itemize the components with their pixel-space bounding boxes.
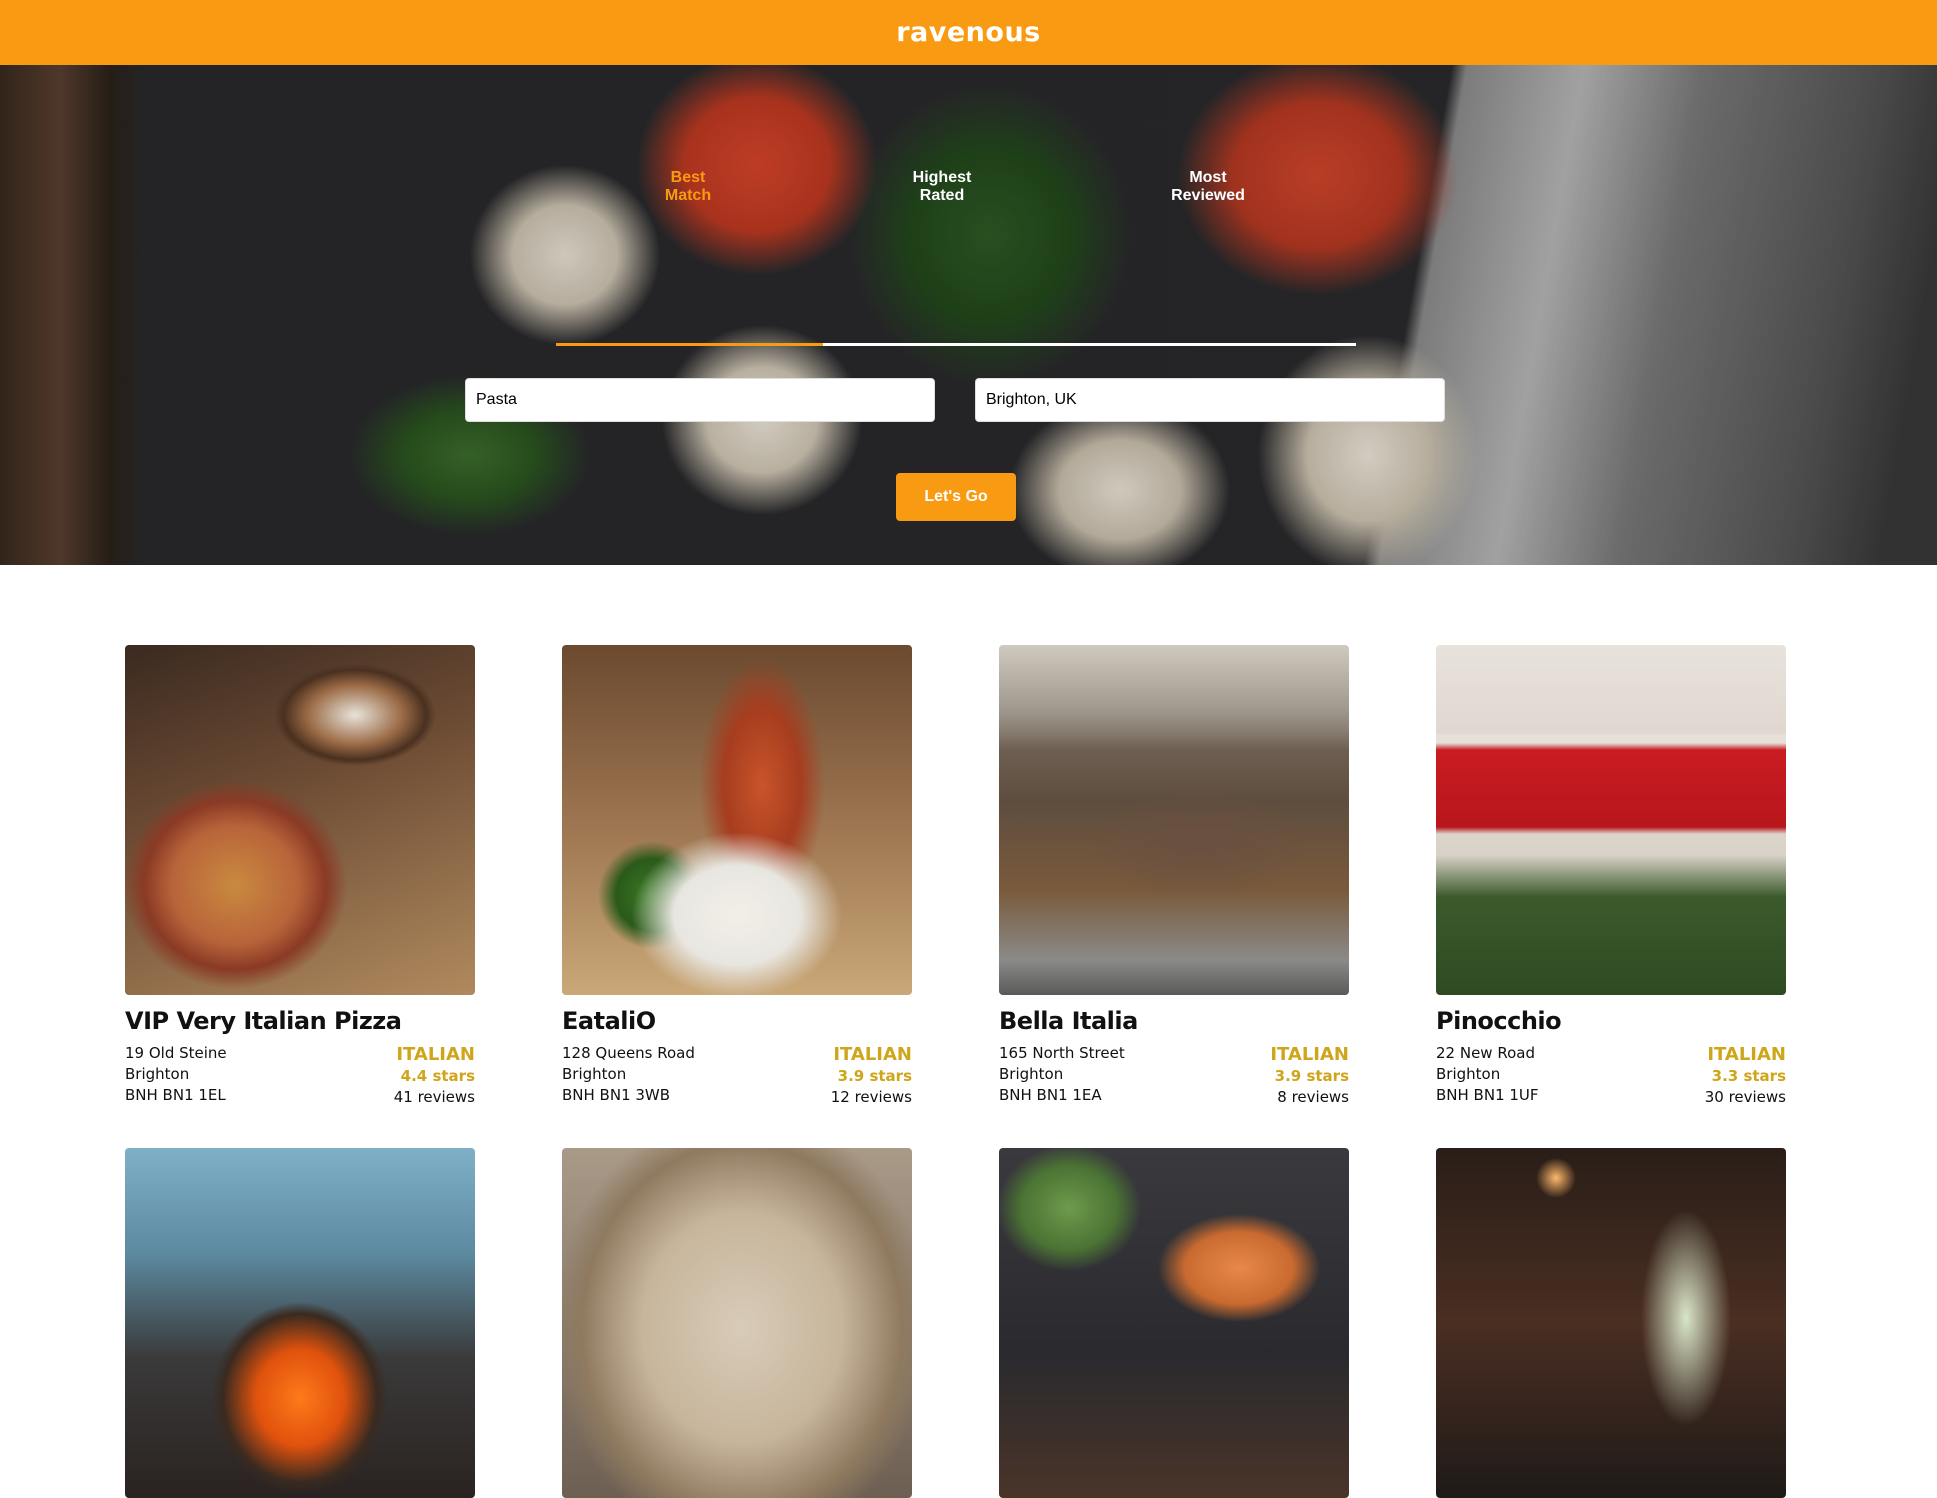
tab-label-line: Most: [1189, 169, 1227, 186]
tab-underline: [556, 343, 1356, 346]
brand-logo[interactable]: ravenous: [896, 17, 1041, 48]
business-category: ITALIAN: [396, 1044, 475, 1065]
address-region: BNH BN1 1UF: [1436, 1086, 1539, 1104]
search-term-input[interactable]: [465, 378, 935, 422]
business-photo[interactable]: [562, 1148, 912, 1498]
tab-label-line: Best: [670, 169, 706, 186]
business-photo[interactable]: [999, 1148, 1349, 1498]
search-hero: Best Match Highest Rated Most Reviewed L…: [0, 65, 1937, 565]
tab-label-line: Highest: [912, 169, 972, 186]
business-meta: ITALIAN 4.4 stars 41 reviews: [394, 1044, 475, 1108]
tab-label-line: Match: [664, 187, 712, 204]
business-photo[interactable]: [1436, 1148, 1786, 1498]
business-address: 19 Old Steine Brighton BNH BN1 1EL: [125, 1043, 227, 1106]
business-address: 165 North Street Brighton BNH BN1 1EA: [999, 1043, 1125, 1106]
business-review-count: 12 reviews: [830, 1088, 912, 1106]
business-category: ITALIAN: [1270, 1044, 1349, 1065]
business-card[interactable]: [562, 1148, 912, 1498]
business-photo[interactable]: [125, 645, 475, 995]
business-card[interactable]: [999, 1148, 1349, 1498]
business-photo[interactable]: [999, 645, 1349, 995]
top-nav-bar: ravenous: [0, 0, 1937, 65]
address-city: Brighton: [999, 1065, 1064, 1083]
business-photo[interactable]: [562, 645, 912, 995]
business-category: ITALIAN: [1707, 1044, 1786, 1065]
business-photo[interactable]: [125, 1148, 475, 1498]
address-region: BNH BN1 1EA: [999, 1086, 1102, 1104]
address-city: Brighton: [562, 1065, 627, 1083]
business-meta: ITALIAN 3.9 stars 12 reviews: [831, 1044, 912, 1108]
business-card[interactable]: Bella Italia 165 North Street Brighton B…: [999, 645, 1349, 1106]
tab-label-line: Reviewed: [1171, 187, 1245, 204]
business-card[interactable]: EataliO 128 Queens Road Brighton BNH BN1…: [562, 645, 912, 1106]
business-card[interactable]: [1436, 1148, 1786, 1498]
active-tab-indicator: [556, 343, 823, 346]
business-name: Bella Italia: [999, 1007, 1138, 1035]
address-region: BNH BN1 1EL: [125, 1086, 226, 1104]
business-rating: 3.9 stars: [837, 1067, 912, 1085]
tab-most-reviewed[interactable]: Most Reviewed: [1118, 169, 1298, 205]
business-review-count: 30 reviews: [1704, 1088, 1786, 1106]
business-name: EataliO: [562, 1007, 656, 1035]
lets-go-button[interactable]: Let's Go: [896, 473, 1016, 521]
address-city: Brighton: [125, 1065, 190, 1083]
business-meta: ITALIAN 3.9 stars 8 reviews: [1270, 1044, 1349, 1108]
business-category: ITALIAN: [833, 1044, 912, 1065]
search-location-input[interactable]: [975, 378, 1445, 422]
tab-highest-rated[interactable]: Highest Rated: [852, 169, 1032, 205]
business-meta: ITALIAN 3.3 stars 30 reviews: [1705, 1044, 1786, 1108]
business-name: VIP Very Italian Pizza: [125, 1007, 402, 1035]
address-line: 22 New Road: [1436, 1044, 1535, 1062]
business-name: Pinocchio: [1436, 1007, 1562, 1035]
tab-label-line: Rated: [919, 187, 965, 204]
address-city: Brighton: [1436, 1065, 1501, 1083]
business-card[interactable]: VIP Very Italian Pizza 19 Old Steine Bri…: [125, 645, 475, 1106]
business-address: 128 Queens Road Brighton BNH BN1 3WB: [562, 1043, 695, 1106]
address-line: 19 Old Steine: [125, 1044, 227, 1062]
business-card[interactable]: Pinocchio 22 New Road Brighton BNH BN1 1…: [1436, 645, 1786, 1106]
address-line: 128 Queens Road: [562, 1044, 695, 1062]
business-rating: 4.4 stars: [400, 1067, 475, 1085]
business-rating: 3.9 stars: [1274, 1067, 1349, 1085]
address-region: BNH BN1 3WB: [562, 1086, 671, 1104]
address-line: 165 North Street: [999, 1044, 1125, 1062]
business-review-count: 8 reviews: [1277, 1088, 1349, 1106]
tab-best-match[interactable]: Best Match: [598, 169, 778, 205]
business-photo[interactable]: [1436, 645, 1786, 995]
business-review-count: 41 reviews: [393, 1088, 475, 1106]
business-rating: 3.3 stars: [1711, 1067, 1786, 1085]
business-card[interactable]: [125, 1148, 475, 1498]
business-address: 22 New Road Brighton BNH BN1 1UF: [1436, 1043, 1539, 1106]
sort-options: Best Match Highest Rated Most Reviewed: [556, 169, 1356, 346]
